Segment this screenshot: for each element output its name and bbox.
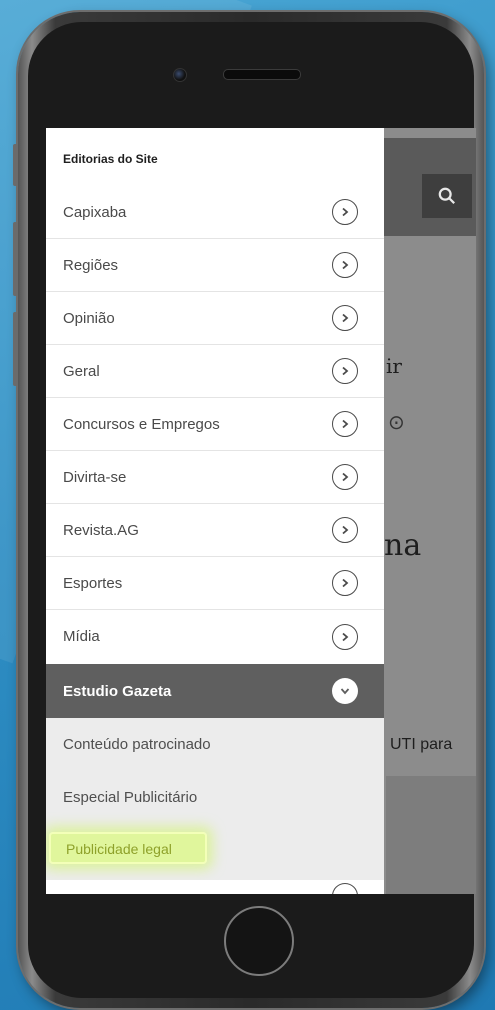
chevron-right-icon[interactable] [332,305,358,331]
drawer-title: Editorias do Site [63,152,158,166]
search-icon [438,187,455,204]
menu-item-geral[interactable]: Geral [46,345,384,398]
menu-item-capixaba[interactable]: Capixaba [46,186,384,239]
phone-screen: ir ⊙ na UTI para Editorias do Site Capix… [46,128,476,894]
chevron-right-icon[interactable] [332,517,358,543]
chevron-down-icon[interactable] [332,678,358,704]
menu-item-esportes[interactable]: Esportes [46,557,384,610]
section-label: Estudio Gazeta [63,682,172,700]
menu-item-opiniao[interactable]: Opinião [46,292,384,345]
submenu-item-especial-publicitario[interactable]: Especial Publicitário [63,789,197,806]
chevron-right-icon[interactable] [332,199,358,225]
chevron-right-icon[interactable] [332,883,358,894]
menu-item-label: Geral [63,362,100,380]
mute-switch [13,144,18,186]
background-text-fragment: ir [386,354,402,378]
home-button[interactable] [224,906,294,976]
submenu: Conteúdo patrocinado Especial Publicitár… [46,718,384,894]
menu-item-label: Esportes [63,574,123,592]
menu-item-divirta-se[interactable]: Divirta-se [46,451,384,504]
menu-item-label: Capixaba [63,203,127,221]
menu-item-revista-ag[interactable]: Revista.AG [46,504,384,557]
chevron-right-icon[interactable] [332,623,358,650]
menu-item-label: Divirta-se [63,468,127,486]
menu-item-label: Concursos e Empregos [63,415,220,433]
submenu-item-publicidade-legal[interactable]: Publicidade legal [49,832,207,864]
chevron-right-icon[interactable] [332,358,358,384]
background-circle-icon: ⊙ [388,412,405,434]
menu-item-label: Revista.AG [63,521,139,539]
earpiece-speaker [223,69,301,80]
menu-item-label: Mídia [63,628,100,645]
menu-section-estudio-gazeta[interactable]: Estudio Gazeta [46,664,384,718]
search-button[interactable] [422,174,472,218]
menu-item-partial[interactable] [46,880,384,894]
chevron-right-icon[interactable] [332,570,358,596]
menu-item-label: Regiões [63,256,119,274]
volume-down-button [13,312,18,386]
background-article-title: UTI para [390,736,453,753]
menu-item-concursos[interactable]: Concursos e Empregos [46,398,384,451]
menu-item-regioes[interactable]: Regiões [46,239,384,292]
background-headline-fragment: na [384,528,422,563]
chevron-right-icon[interactable] [332,464,358,490]
menu-item-label: Opinião [63,309,115,327]
menu-item-midia[interactable]: Mídia [46,610,384,663]
chevron-right-icon[interactable] [332,252,358,278]
submenu-item-label: Publicidade legal [66,841,172,857]
background-article-image [386,776,476,894]
chevron-right-icon[interactable] [332,411,358,437]
submenu-item-conteudo-patrocinado[interactable]: Conteúdo patrocinado [63,736,211,753]
front-camera [173,68,187,82]
navigation-drawer: Editorias do Site Capixaba Regiões Opini… [46,128,384,894]
volume-up-button [13,222,18,296]
